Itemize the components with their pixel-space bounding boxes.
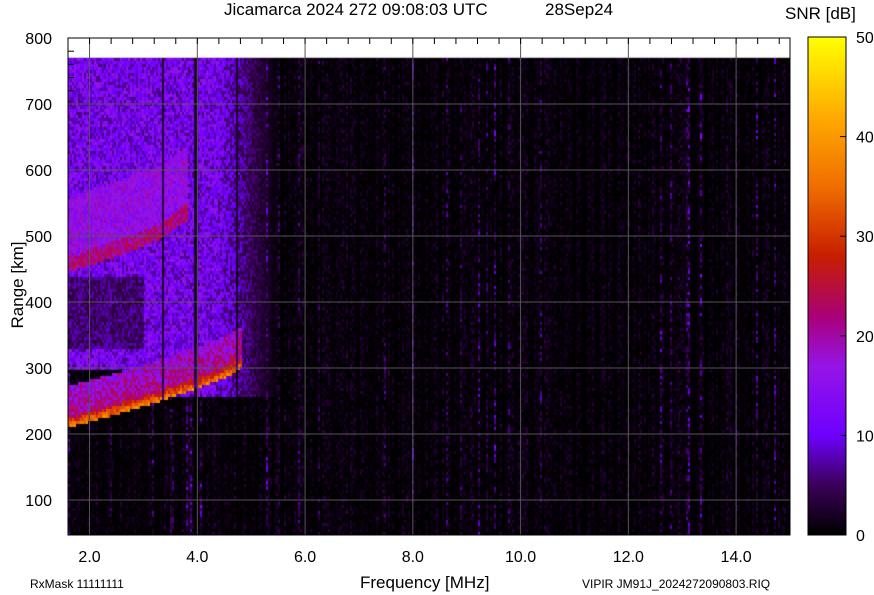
axes: 2.0 4.0 6.0 8.0 10.0 12.0 14.01002003004005006… (25, 30, 874, 566)
colorbar-tick-label: 50 (856, 30, 874, 47)
x-tick-label: 6.0 (294, 549, 316, 566)
colorbar-tick-label: 40 (856, 130, 874, 147)
x-tick-label: 12.0 (613, 549, 644, 566)
y-tick-label: 700 (25, 97, 52, 114)
x-tick-label: 10.0 (505, 549, 536, 566)
x-tick-label: 4.0 (186, 549, 208, 566)
colorbar-tick-label: 10 (856, 428, 874, 445)
colorbar-tick-label: 30 (856, 229, 874, 246)
plot-frame (67, 37, 791, 536)
y-tick-label: 300 (25, 361, 52, 378)
x-tick-label: 2.0 (78, 549, 100, 566)
y-tick-label: 400 (25, 295, 52, 312)
x-tick-label: 8.0 (402, 549, 424, 566)
colorbar-tick-label: 0 (856, 528, 865, 545)
y-tick-label: 800 (25, 31, 52, 48)
y-tick-label: 600 (25, 163, 52, 180)
x-tick-label: 14.0 (721, 549, 752, 566)
y-tick-label: 100 (25, 493, 52, 510)
y-tick-label: 500 (25, 229, 52, 246)
colorbar-tick-label: 20 (856, 329, 874, 346)
colorbar-frame (807, 36, 847, 536)
y-tick-label: 200 (25, 427, 52, 444)
